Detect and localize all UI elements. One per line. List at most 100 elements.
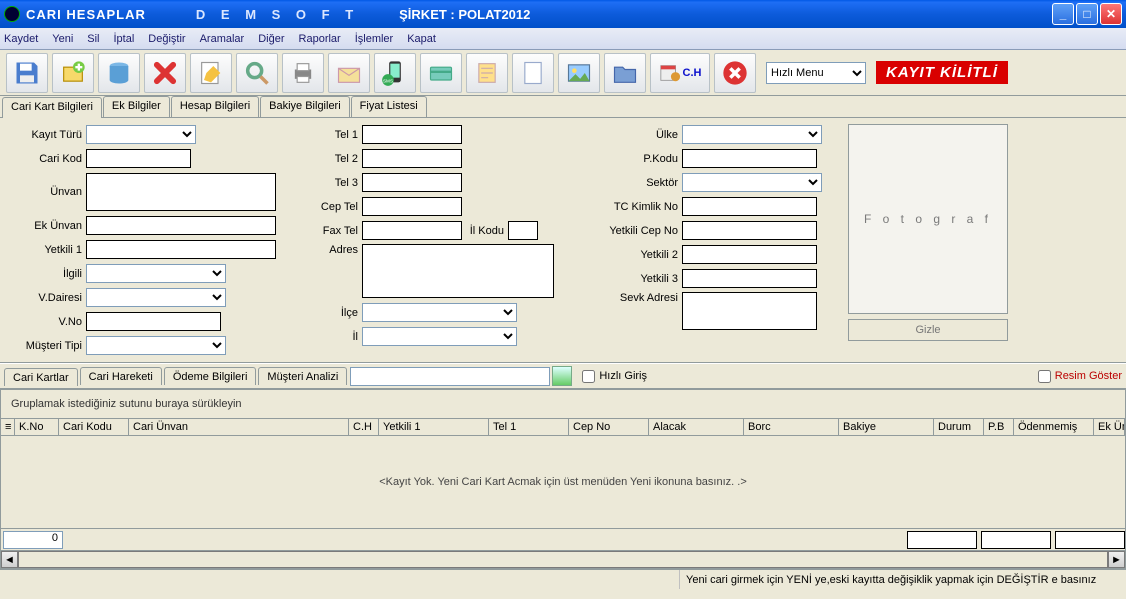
label-tel2: Tel 2 bbox=[312, 153, 358, 165]
faxtel-input[interactable] bbox=[362, 221, 462, 240]
ilgili-select[interactable] bbox=[86, 264, 226, 283]
tel2-input[interactable] bbox=[362, 149, 462, 168]
ilkodu-input[interactable] bbox=[508, 221, 538, 240]
print-icon[interactable] bbox=[282, 53, 324, 93]
menu-degistir[interactable]: Değiştir bbox=[148, 33, 185, 45]
note-icon[interactable] bbox=[466, 53, 508, 93]
blank-icon[interactable] bbox=[512, 53, 554, 93]
grid-search-input[interactable] bbox=[350, 367, 550, 386]
minimize-button[interactable]: _ bbox=[1052, 3, 1074, 25]
menu-raporlar[interactable]: Raporlar bbox=[299, 33, 341, 45]
col-alacak[interactable]: Alacak bbox=[649, 419, 744, 435]
label-sektor: Sektör bbox=[590, 177, 678, 189]
label-musteri-tipi: Müşteri Tipi bbox=[10, 340, 82, 352]
tab-cari-kart[interactable]: Cari Kart Bilgileri bbox=[2, 97, 102, 118]
col-odenmemis[interactable]: Ödenmemiş bbox=[1014, 419, 1094, 435]
col-durum[interactable]: Durum bbox=[934, 419, 984, 435]
cancel-icon[interactable] bbox=[714, 53, 756, 93]
yetkili1-input[interactable] bbox=[86, 240, 276, 259]
tab-ek-bilgiler[interactable]: Ek Bilgiler bbox=[103, 96, 170, 117]
footer-count: 0 bbox=[3, 531, 63, 549]
menu-sil[interactable]: Sil bbox=[87, 33, 99, 45]
card-icon[interactable] bbox=[420, 53, 462, 93]
ek-unvan-input[interactable] bbox=[86, 216, 276, 235]
tckimlik-input[interactable] bbox=[682, 197, 817, 216]
hizli-giris-checkbox[interactable]: Hızlı Giriş bbox=[582, 370, 647, 383]
tab-fiyat-listesi[interactable]: Fiyat Listesi bbox=[351, 96, 427, 117]
vno-input[interactable] bbox=[86, 312, 221, 331]
col-cepno[interactable]: Cep No bbox=[569, 419, 649, 435]
tab-musteri-analizi[interactable]: Müşteri Analizi bbox=[258, 367, 347, 385]
yetkilicep-input[interactable] bbox=[682, 221, 817, 240]
col-pb[interactable]: P.B bbox=[984, 419, 1014, 435]
il-select[interactable] bbox=[362, 327, 517, 346]
tel3-input[interactable] bbox=[362, 173, 462, 192]
ulke-select[interactable] bbox=[682, 125, 822, 144]
sevkadresi-input[interactable] bbox=[682, 292, 817, 330]
col-ch[interactable]: C.H bbox=[349, 419, 379, 435]
menu-kapat[interactable]: Kapat bbox=[407, 33, 436, 45]
resim-goster-checkbox[interactable]: Resim Göster bbox=[1038, 370, 1122, 383]
yetkili2-input[interactable] bbox=[682, 245, 817, 264]
scroll-left-icon[interactable]: ◄ bbox=[1, 551, 18, 568]
col-cariunvan[interactable]: Cari Ünvan bbox=[129, 419, 349, 435]
ceptel-input[interactable] bbox=[362, 197, 462, 216]
title-brand: D E M S O F T bbox=[196, 7, 359, 22]
label-ulke: Ülke bbox=[590, 129, 678, 141]
status-text: Yeni cari girmek için YENİ ye,eski kayıt… bbox=[680, 574, 1126, 586]
menu-islemler[interactable]: İşlemler bbox=[355, 33, 394, 45]
mail-icon[interactable] bbox=[328, 53, 370, 93]
database-icon[interactable] bbox=[98, 53, 140, 93]
close-button[interactable]: ✕ bbox=[1100, 3, 1122, 25]
maximize-button[interactable]: □ bbox=[1076, 3, 1098, 25]
vdairesi-select[interactable] bbox=[86, 288, 226, 307]
sms-icon[interactable]: SMS bbox=[374, 53, 416, 93]
col-ekunvan[interactable]: Ek Ünvan bbox=[1094, 419, 1125, 435]
menu-diger[interactable]: Diğer bbox=[258, 33, 284, 45]
col-tel1[interactable]: Tel 1 bbox=[489, 419, 569, 435]
save-icon[interactable] bbox=[6, 53, 48, 93]
col-borc[interactable]: Borc bbox=[744, 419, 839, 435]
unvan-input[interactable] bbox=[86, 173, 276, 211]
col-yetkili1[interactable]: Yetkili 1 bbox=[379, 419, 489, 435]
label-yetkili1: Yetkili 1 bbox=[10, 244, 82, 256]
image-icon[interactable] bbox=[558, 53, 600, 93]
sektor-select[interactable] bbox=[682, 173, 822, 192]
footer-box-2 bbox=[981, 531, 1051, 549]
folder-icon[interactable] bbox=[604, 53, 646, 93]
menu-yeni[interactable]: Yeni bbox=[52, 33, 73, 45]
tab-hesap-bilgileri[interactable]: Hesap Bilgileri bbox=[171, 96, 259, 117]
grid-empty-message: <Kayıt Yok. Yeni Cari Kart Acmak için üs… bbox=[1, 436, 1125, 528]
yetkili3-input[interactable] bbox=[682, 269, 817, 288]
svg-text:SMS: SMS bbox=[383, 78, 393, 83]
col-bakiye[interactable]: Bakiye bbox=[839, 419, 934, 435]
copy-icon[interactable] bbox=[552, 366, 572, 386]
new-icon[interactable] bbox=[52, 53, 94, 93]
search-icon[interactable] bbox=[236, 53, 278, 93]
delete-icon[interactable] bbox=[144, 53, 186, 93]
edit-icon[interactable] bbox=[190, 53, 232, 93]
kayit-turu-select[interactable] bbox=[86, 125, 196, 144]
menu-iptal[interactable]: İptal bbox=[114, 33, 135, 45]
col-selector[interactable]: ≡ bbox=[1, 419, 15, 435]
tel1-input[interactable] bbox=[362, 125, 462, 144]
scroll-right-icon[interactable]: ► bbox=[1108, 551, 1125, 568]
horizontal-scrollbar[interactable]: ◄ ► bbox=[1, 550, 1125, 568]
tab-bakiye-bilgileri[interactable]: Bakiye Bilgileri bbox=[260, 96, 350, 117]
col-carikodu[interactable]: Cari Kodu bbox=[59, 419, 129, 435]
tab-odeme-bilgileri[interactable]: Ödeme Bilgileri bbox=[164, 367, 257, 385]
pkodu-input[interactable] bbox=[682, 149, 817, 168]
tab-cari-kartlar[interactable]: Cari Kartlar bbox=[4, 368, 78, 386]
scroll-track[interactable] bbox=[18, 551, 1108, 568]
menu-kaydet[interactable]: Kaydet bbox=[4, 33, 38, 45]
col-kno[interactable]: K.No bbox=[15, 419, 59, 435]
menu-aramalar[interactable]: Aramalar bbox=[200, 33, 245, 45]
hide-photo-button[interactable]: Gizle bbox=[848, 319, 1008, 341]
musteri-tipi-select[interactable] bbox=[86, 336, 226, 355]
cari-kod-input[interactable] bbox=[86, 149, 191, 168]
ilce-select[interactable] bbox=[362, 303, 517, 322]
adres-input[interactable] bbox=[362, 244, 554, 298]
quick-menu-select[interactable]: Hızlı Menu bbox=[766, 62, 866, 84]
tab-cari-hareketi[interactable]: Cari Hareketi bbox=[80, 367, 162, 385]
ch-icon[interactable]: C.H bbox=[650, 53, 710, 93]
